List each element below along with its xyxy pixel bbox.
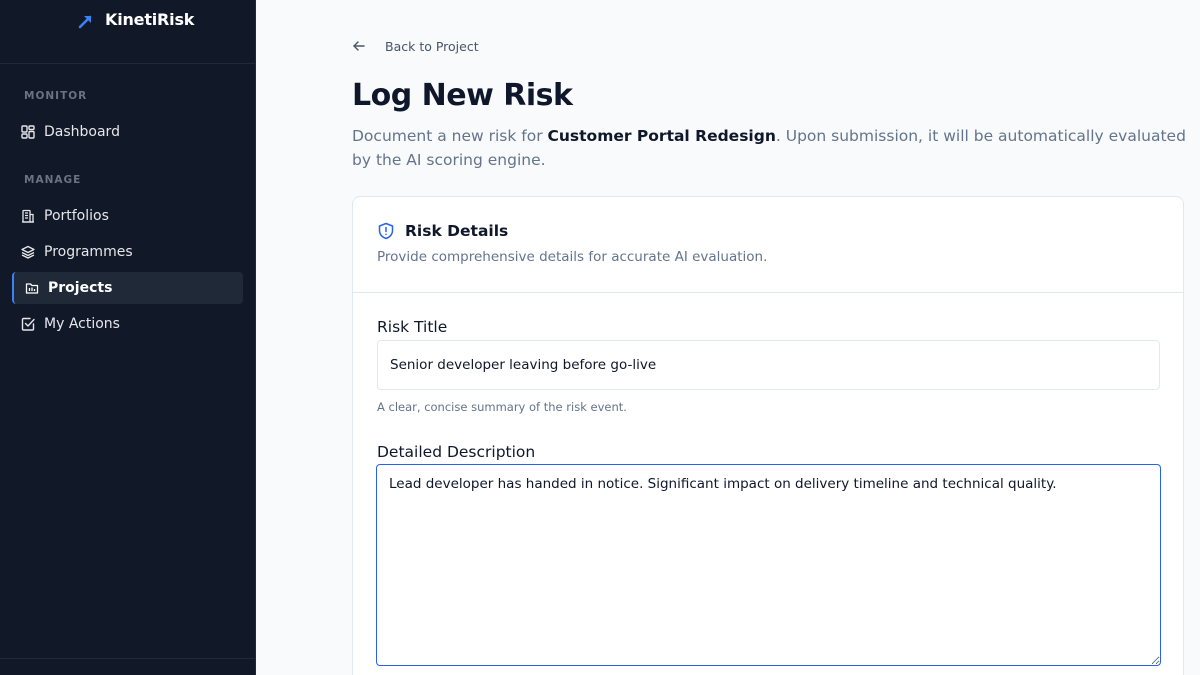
sidebar-item-label: Programmes (44, 244, 133, 260)
description-textarea[interactable]: Lead developer has handed in notice. Sig… (376, 464, 1161, 666)
sidebar-item-dashboard[interactable]: Dashboard (12, 116, 243, 148)
risk-details-card: Risk Details Provide comprehensive detai… (352, 196, 1184, 675)
back-link-label: Back to Project (385, 38, 479, 54)
sidebar-item-label: Projects (48, 280, 113, 296)
sidebar-item-projects[interactable]: Projects (12, 272, 243, 304)
arrow-up-right-icon (78, 13, 94, 29)
arrow-left-icon (352, 38, 368, 54)
grid-icon (20, 124, 36, 140)
subtitle-prefix: Document a new risk for (352, 127, 548, 145)
nav-section-monitor: MONITOR (24, 90, 88, 102)
card-description: Provide comprehensive details for accura… (377, 249, 768, 265)
sidebar-item-portfolios[interactable]: Portfolios (12, 200, 243, 232)
description-label: Detailed Description (377, 443, 536, 461)
sidebar-item-label: My Actions (44, 316, 120, 332)
card-title: Risk Details (377, 221, 1159, 241)
card-title-text: Risk Details (405, 222, 509, 240)
brand[interactable]: KinetiRisk (0, 0, 255, 64)
back-link[interactable]: Back to Project (352, 38, 479, 54)
risk-title-hint: A clear, concise summary of the risk eve… (377, 400, 627, 414)
checkbox-icon (20, 316, 36, 332)
sidebar-item-my-actions[interactable]: My Actions (12, 308, 243, 340)
building-icon (20, 208, 36, 224)
sidebar-item-label: Dashboard (44, 124, 120, 140)
page-title: Log New Risk (352, 78, 573, 113)
page-subtitle: Document a new risk for Customer Portal … (352, 124, 1192, 172)
shield-alert-icon (377, 221, 397, 241)
nav-section-manage: MANAGE (24, 174, 82, 186)
card-header: Risk Details Provide comprehensive detai… (353, 197, 1183, 293)
sidebar-item-programmes[interactable]: Programmes (12, 236, 243, 268)
folder-icon (24, 280, 40, 296)
brand-name: KinetiRisk (105, 10, 195, 29)
risk-title-input[interactable] (377, 340, 1160, 390)
sidebar-item-label: Portfolios (44, 208, 109, 224)
project-name: Customer Portal Redesign (547, 127, 776, 145)
sidebar: KinetiRisk MONITOR Dashboard MANAGE Port… (0, 0, 256, 675)
sidebar-footer-divider (0, 658, 255, 659)
risk-title-label: Risk Title (377, 318, 448, 336)
layers-icon (20, 244, 36, 260)
